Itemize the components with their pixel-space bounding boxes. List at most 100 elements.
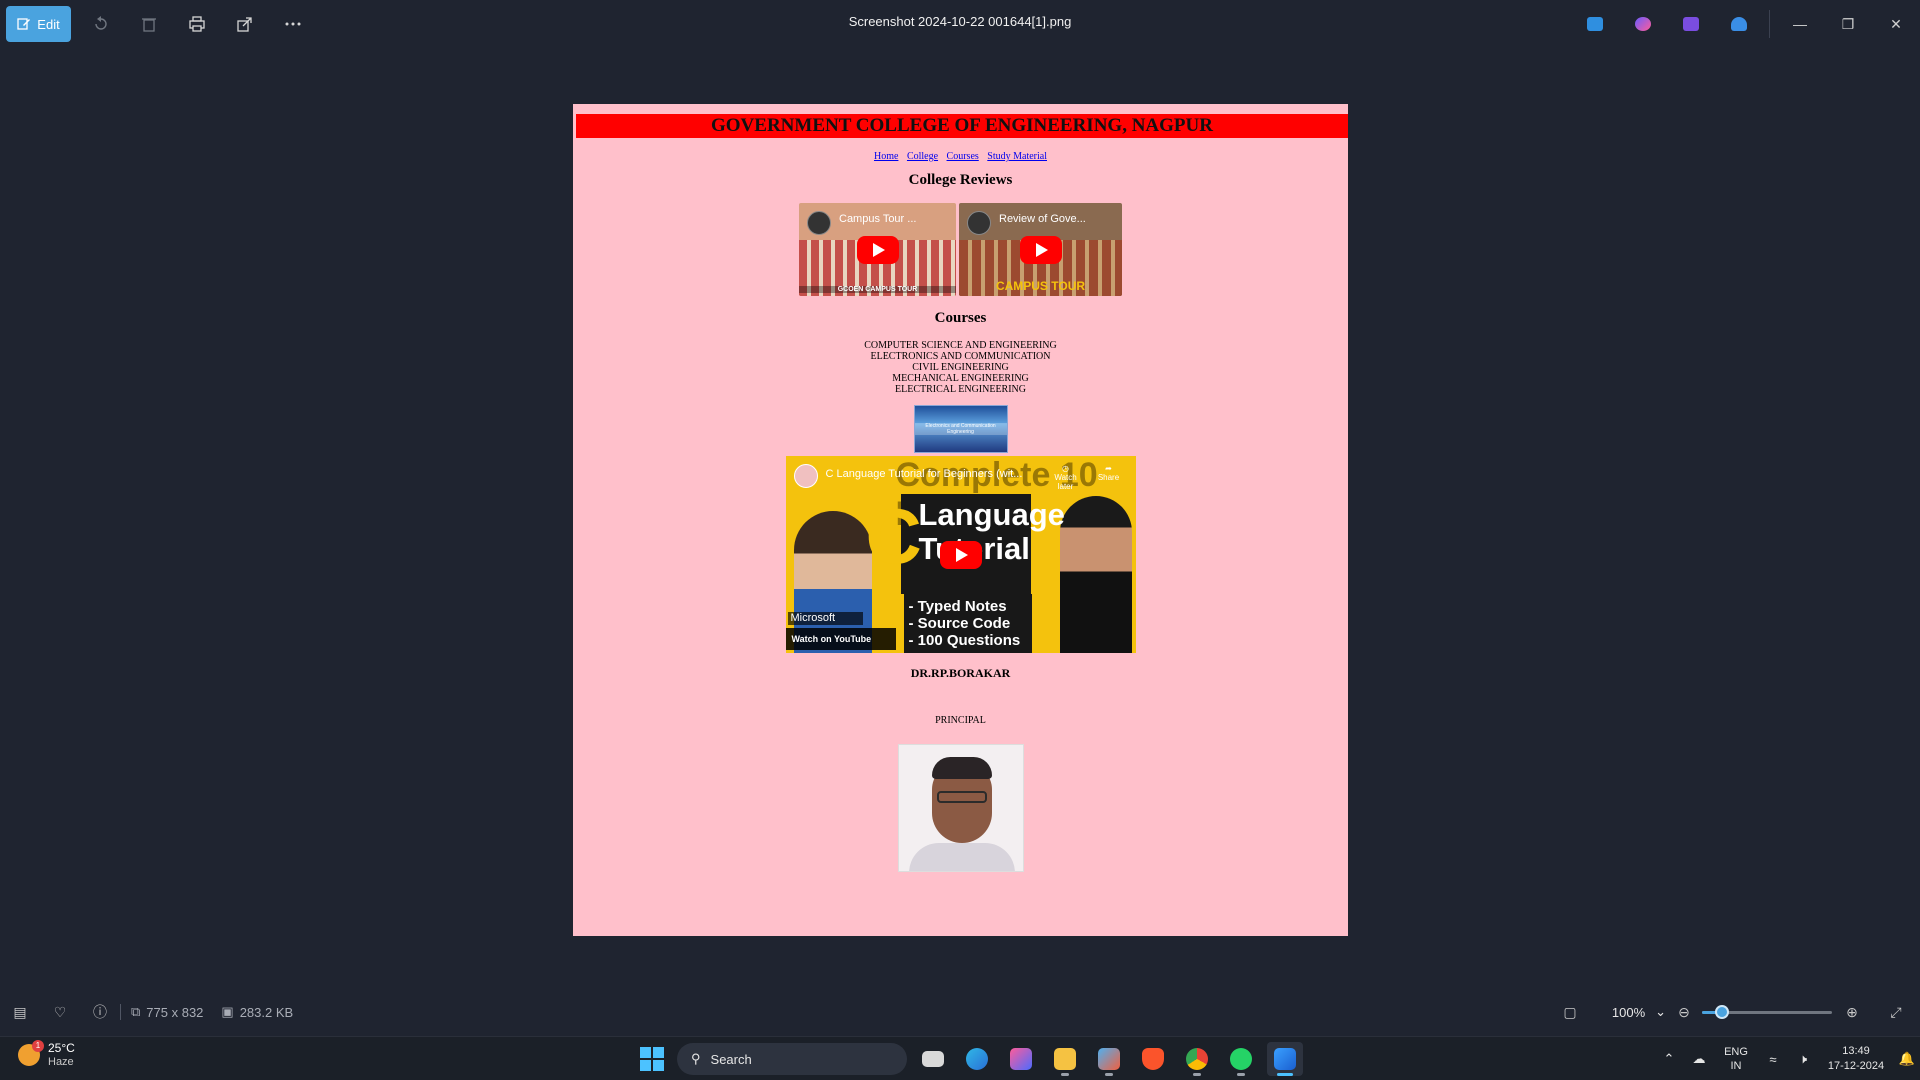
print-icon[interactable] xyxy=(179,6,215,42)
language-indicator[interactable]: ENG IN xyxy=(1714,1045,1758,1073)
copilot-app-icon[interactable] xyxy=(1003,1042,1039,1076)
edit-button[interactable]: Edit xyxy=(6,6,71,42)
video-c-language[interactable]: Complete 10 Hour C Language Tutorial - T… xyxy=(785,456,1136,653)
dimensions-value: 775 x 832 xyxy=(146,1004,204,1020)
zoom-value: 100% xyxy=(1611,1004,1646,1020)
course-item: COMPUTER SCIENCE AND ENGINEERING xyxy=(864,340,1057,351)
nav-link-study-material[interactable]: Study Material xyxy=(987,151,1047,162)
video-big-c: C xyxy=(865,492,922,580)
clock-date: 17-12-2024 xyxy=(1827,1060,1885,1072)
courses-list: COMPUTER SCIENCE AND ENGINEERING ELECTRO… xyxy=(573,340,1348,395)
photo-shirt xyxy=(908,843,1015,871)
zoom-slider-thumb[interactable] xyxy=(1715,1005,1729,1019)
edit-button-label: Edit xyxy=(37,16,60,32)
share-icon[interactable] xyxy=(227,6,263,42)
whatsapp-icon[interactable] xyxy=(1223,1042,1259,1076)
notification-badge: 1 xyxy=(32,1040,44,1052)
zoom-slider[interactable] xyxy=(1702,1005,1832,1019)
photo-hair xyxy=(931,757,992,779)
video-note: - 100 Questions xyxy=(908,632,1021,649)
taskbar-search[interactable]: ⚲ Search xyxy=(677,1043,907,1075)
review-videos: Campus Tour ... GCOEN CAMPUS TOUR Review… xyxy=(573,203,1348,296)
restore-icon[interactable]: ❐ xyxy=(1824,0,1872,48)
dimensions-icon: ⧉ xyxy=(131,1004,141,1019)
cloud-offline-icon[interactable]: ☁ xyxy=(1684,1051,1714,1067)
brand-badge: Microsoft xyxy=(787,612,863,625)
clipchamp-icon[interactable] xyxy=(1667,0,1715,48)
photo-glasses xyxy=(936,791,987,803)
fit-to-window-icon[interactable]: ▢ xyxy=(1550,990,1590,1034)
language-line1: ENG xyxy=(1724,1046,1748,1058)
course-item: CIVIL ENGINEERING xyxy=(912,362,1009,373)
courses-title: Courses xyxy=(934,310,987,326)
reviews-title: College Reviews xyxy=(908,172,1013,188)
file-size-value: 283.2 KB xyxy=(239,1004,294,1020)
chevron-up-icon[interactable]: ⌃ xyxy=(1654,1051,1684,1067)
copilot-icon[interactable] xyxy=(1619,0,1667,48)
store-icon[interactable] xyxy=(1091,1042,1127,1076)
course-item: MECHANICAL ENGINEERING xyxy=(892,373,1029,384)
share-video-button[interactable]: ➦ Share xyxy=(1094,464,1124,482)
status-bar: ▤ ♡ ⓘ ⧉ 775 x 832 ▣ 283.2 KB ▢ 100% ⌄ ⊖ … xyxy=(0,990,1920,1034)
video-review[interactable]: Review of Gove... CAMPUS TOUR xyxy=(959,203,1122,296)
presenter-right xyxy=(1059,496,1132,653)
photos-app-icon[interactable] xyxy=(1267,1042,1303,1076)
delete-icon[interactable] xyxy=(131,6,167,42)
task-view-icon[interactable] xyxy=(915,1042,951,1076)
weather-temp: 25°C xyxy=(48,1041,75,1055)
video-notes-box: - Typed Notes - Source Code - 100 Questi… xyxy=(903,594,1032,653)
photos-icon[interactable] xyxy=(1571,0,1619,48)
share-arrow-icon: ➦ xyxy=(1105,464,1112,473)
rotate-icon[interactable] xyxy=(83,6,119,42)
course-image: Electronics and Communication Engineerin… xyxy=(913,405,1008,453)
video-campus-tour[interactable]: Campus Tour ... GCOEN CAMPUS TOUR xyxy=(799,203,956,296)
zoom-in-icon[interactable]: ⊕ xyxy=(1832,990,1872,1034)
notification-bell-icon[interactable]: 🔔 xyxy=(1894,1051,1920,1067)
filmstrip-icon[interactable]: ▤ xyxy=(0,990,40,1034)
system-tray: ⌃ ☁ ENG IN ≈ 🕨 13:49 17-12-2024 🔔 xyxy=(1654,1037,1920,1080)
more-icon[interactable] xyxy=(275,6,311,42)
wifi-icon[interactable]: ≈ xyxy=(1758,1052,1788,1067)
zoom-out-icon[interactable]: ⊖ xyxy=(1664,990,1704,1034)
watch-later-label: Watch later xyxy=(1054,473,1077,491)
watch-later-button[interactable]: ◷ Watch later xyxy=(1048,464,1084,491)
play-icon[interactable] xyxy=(939,540,982,569)
close-icon[interactable]: ✕ xyxy=(1872,0,1920,48)
play-icon[interactable] xyxy=(1019,235,1062,264)
favorite-heart-icon[interactable]: ♡ xyxy=(40,990,80,1034)
principal-role: PRINCIPAL xyxy=(935,715,986,726)
principal-photo xyxy=(897,744,1024,872)
file-size: ▣ 283.2 KB xyxy=(221,1004,293,1020)
channel-avatar xyxy=(967,211,991,235)
weather-desc: Haze xyxy=(48,1056,74,1068)
brave-icon[interactable] xyxy=(1135,1042,1171,1076)
video-title: Campus Tour ... xyxy=(839,213,917,225)
nav-links: Home College Courses Study Material xyxy=(573,151,1348,162)
image-canvas: GOVERNMENT COLLEGE OF ENGINEERING, NAGPU… xyxy=(573,104,1348,936)
fullscreen-icon[interactable]: ⤢ xyxy=(1876,990,1916,1034)
weather-sun-icon: 1 xyxy=(18,1040,44,1066)
chrome-icon[interactable] xyxy=(1179,1042,1215,1076)
video-headline-line1: Language xyxy=(918,497,1065,532)
nav-link-courses[interactable]: Courses xyxy=(947,151,979,162)
play-icon[interactable] xyxy=(856,235,899,264)
onedrive-icon[interactable] xyxy=(1715,0,1763,48)
edge-icon[interactable] xyxy=(959,1042,995,1076)
taskbar-apps: ⚲ Search xyxy=(635,1042,1303,1076)
clock[interactable]: 13:49 17-12-2024 xyxy=(1818,1044,1894,1074)
video-caption: GCOEN CAMPUS TOUR xyxy=(799,286,956,293)
weather-widget[interactable]: 1 25°C Haze xyxy=(18,1040,75,1069)
divider xyxy=(120,1004,121,1020)
clock-time: 13:49 xyxy=(1842,1045,1870,1057)
divider xyxy=(1769,10,1770,38)
nav-link-college[interactable]: College xyxy=(907,151,938,162)
nav-link-home[interactable]: Home xyxy=(874,151,898,162)
file-explorer-icon[interactable] xyxy=(1047,1042,1083,1076)
info-icon[interactable]: ⓘ xyxy=(80,990,120,1034)
minimize-icon[interactable]: — xyxy=(1776,0,1824,48)
search-label: Search xyxy=(710,1051,752,1067)
share-label: Share xyxy=(1097,473,1120,482)
watch-on-youtube-button[interactable]: Watch on YouTube xyxy=(785,628,896,650)
volume-muted-icon[interactable]: 🕨 xyxy=(1788,1051,1818,1067)
start-button[interactable] xyxy=(635,1042,669,1076)
